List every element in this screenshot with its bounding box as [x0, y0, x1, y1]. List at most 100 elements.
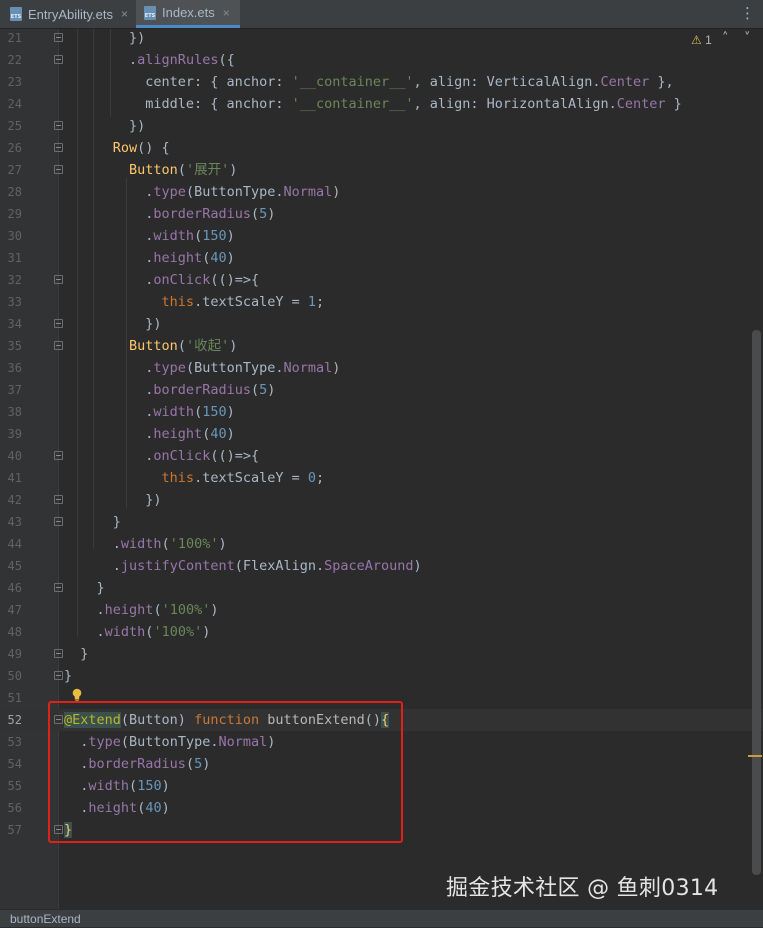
fold-icon[interactable]: [54, 55, 63, 64]
code-token: (ButtonType.: [185, 184, 284, 200]
code-line[interactable]: 49 }: [0, 643, 763, 665]
fold-icon[interactable]: [54, 33, 63, 42]
code-line[interactable]: 23 center: { anchor: '__container__', al…: [0, 71, 763, 93]
line-number: 54: [7, 757, 22, 771]
code-token: height: [153, 426, 203, 442]
code-text[interactable]: }: [64, 643, 88, 665]
code-text[interactable]: center: { anchor: '__container__', align…: [64, 71, 673, 93]
code-token: ): [267, 206, 276, 222]
fold-icon[interactable]: [54, 583, 63, 592]
code-text[interactable]: }: [64, 577, 105, 599]
code-token: width: [120, 536, 162, 552]
code-line[interactable]: 44 .width('100%'): [0, 533, 763, 555]
code-text[interactable]: this.textScaleY = 0;: [64, 467, 325, 489]
code-line[interactable]: 27 Button('展开'): [0, 159, 763, 181]
code-text[interactable]: .alignRules({: [64, 49, 235, 71]
fold-icon[interactable]: [54, 649, 63, 658]
code-line[interactable]: 46 }: [0, 577, 763, 599]
code-text[interactable]: Row() {: [64, 137, 170, 159]
code-text[interactable]: }: [64, 665, 72, 687]
code-text[interactable]: middle: { anchor: '__container__', align…: [64, 93, 681, 115]
code-text[interactable]: }): [64, 115, 145, 137]
code-line[interactable]: 36 .type(ButtonType.Normal): [0, 357, 763, 379]
close-icon[interactable]: ×: [223, 6, 230, 20]
scrollbar-warning-marker[interactable]: [748, 755, 762, 757]
code-token: }: [112, 514, 121, 530]
code-line[interactable]: 24 middle: { anchor: '__container__', al…: [0, 93, 763, 115]
code-line[interactable]: 26 Row() {: [0, 137, 763, 159]
line-number: 45: [7, 559, 22, 573]
tab-entry-ability[interactable]: EntryAbility.ets ×: [0, 0, 136, 28]
code-text[interactable]: .height('100%'): [64, 599, 219, 621]
code-text[interactable]: .justifyContent(FlexAlign.SpaceAround): [64, 555, 422, 577]
code-text[interactable]: .height(40): [64, 423, 234, 445]
code-text[interactable]: }: [64, 511, 121, 533]
code-text[interactable]: .onClick(()=>{: [64, 269, 259, 291]
fold-icon[interactable]: [54, 671, 63, 680]
code-text[interactable]: .type(ButtonType.Normal): [64, 357, 340, 379]
code-line[interactable]: 29 .borderRadius(5): [0, 203, 763, 225]
code-token: (: [177, 162, 186, 178]
code-text[interactable]: Button('展开'): [64, 159, 237, 181]
inspection-widget[interactable]: ⚠ 1: [691, 33, 712, 47]
code-token: center: { anchor:: [145, 74, 292, 90]
code-line[interactable]: 25 }): [0, 115, 763, 137]
breadcrumb[interactable]: buttonExtend: [10, 912, 81, 926]
code-line[interactable]: 42 }): [0, 489, 763, 511]
close-icon[interactable]: ×: [121, 7, 128, 21]
code-line[interactable]: 40 .onClick(()=>{: [0, 445, 763, 467]
fold-icon[interactable]: [54, 143, 63, 152]
code-line[interactable]: 45 .justifyContent(FlexAlign.SpaceAround…: [0, 555, 763, 577]
code-line[interactable]: 47 .height('100%'): [0, 599, 763, 621]
fold-icon[interactable]: [54, 165, 63, 174]
vertical-scrollbar[interactable]: [752, 330, 761, 875]
code-line[interactable]: 30 .width(150): [0, 225, 763, 247]
lightbulb-icon[interactable]: [71, 688, 83, 702]
fold-icon[interactable]: [54, 495, 63, 504]
code-text[interactable]: .borderRadius(5): [64, 379, 275, 401]
previous-highlight-icon[interactable]: ˄: [722, 31, 729, 46]
code-text[interactable]: this.textScaleY = 1;: [64, 291, 325, 313]
code-line[interactable]: 43 }: [0, 511, 763, 533]
next-highlight-icon[interactable]: ˅: [744, 31, 751, 46]
code-token: 0: [307, 470, 316, 486]
code-text[interactable]: .height(40): [64, 247, 234, 269]
code-text[interactable]: .onClick(()=>{: [64, 445, 259, 467]
fold-icon[interactable]: [54, 319, 63, 328]
code-text[interactable]: }): [64, 489, 161, 511]
fold-icon[interactable]: [54, 275, 63, 284]
code-line[interactable]: 38 .width(150): [0, 401, 763, 423]
code-text[interactable]: .type(ButtonType.Normal): [64, 181, 340, 203]
fold-icon[interactable]: [54, 451, 63, 460]
more-options-icon[interactable]: ⋮: [740, 4, 755, 22]
code-line[interactable]: 21 }): [0, 27, 763, 49]
code-text[interactable]: }): [64, 313, 161, 335]
code-line[interactable]: 33 this.textScaleY = 1;: [0, 291, 763, 313]
code-line[interactable]: 22 .alignRules({: [0, 49, 763, 71]
fold-icon[interactable]: [54, 341, 63, 350]
code-text[interactable]: .width(150): [64, 225, 234, 247]
code-text[interactable]: .width(150): [64, 401, 234, 423]
code-line[interactable]: 35 Button('收起'): [0, 335, 763, 357]
code-text[interactable]: .width('100%'): [64, 533, 227, 555]
code-line[interactable]: 31 .height(40): [0, 247, 763, 269]
tab-index[interactable]: Index.ets ×: [136, 0, 240, 28]
fold-icon[interactable]: [54, 517, 63, 526]
code-text[interactable]: .borderRadius(5): [64, 203, 275, 225]
code-line[interactable]: 48 .width('100%'): [0, 621, 763, 643]
code-line[interactable]: 50}: [0, 665, 763, 687]
code-text[interactable]: }): [64, 27, 145, 49]
line-number: 24: [7, 97, 22, 111]
code-line[interactable]: 34 }): [0, 313, 763, 335]
code-line[interactable]: 39 .height(40): [0, 423, 763, 445]
code-text[interactable]: .width('100%'): [64, 621, 211, 643]
code-line[interactable]: 41 this.textScaleY = 0;: [0, 467, 763, 489]
code-line[interactable]: 37 .borderRadius(5): [0, 379, 763, 401]
fold-icon[interactable]: [54, 121, 63, 130]
code-text[interactable]: Button('收起'): [64, 335, 237, 357]
code-token: Button: [129, 338, 178, 354]
code-line[interactable]: 28 .type(ButtonType.Normal): [0, 181, 763, 203]
code-line[interactable]: 32 .onClick(()=>{: [0, 269, 763, 291]
